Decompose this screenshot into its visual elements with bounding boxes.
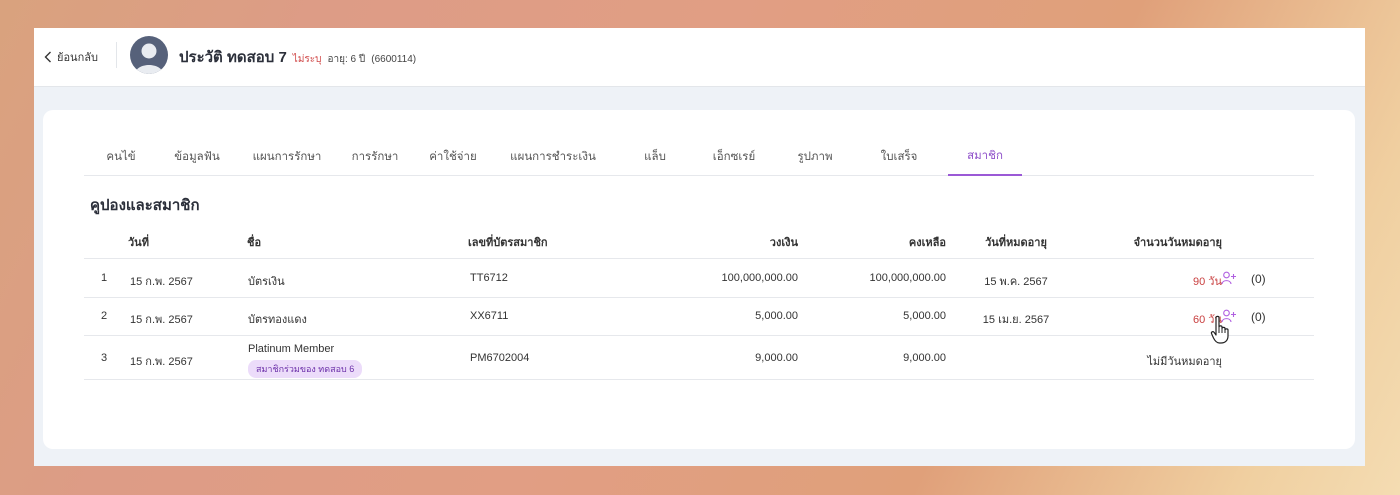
member-count: (0) bbox=[1251, 310, 1266, 324]
back-label: ย้อนกลับ bbox=[57, 52, 98, 64]
tab-expenses[interactable]: ค่าใช้จ่าย bbox=[418, 138, 488, 175]
joint-member-badge: สมาชิกร่วมของ ทดสอบ 6 bbox=[248, 360, 363, 378]
back-button[interactable]: ย้อนกลับ bbox=[44, 47, 98, 67]
tab-payment-plan[interactable]: แผนการชำระเงิน bbox=[496, 138, 610, 175]
tab-receipts[interactable]: ใบเสร็จ bbox=[860, 138, 938, 175]
row-balance: 9,000.00 bbox=[903, 352, 946, 364]
row-name: Platinum Member bbox=[248, 343, 335, 355]
app-window: ย้อนกลับ ประวัติ ทดสอบ 7 ไม่ระบุ อายุ: 6… bbox=[34, 28, 1365, 466]
row-date: 15 ก.พ. 2567 bbox=[130, 276, 193, 288]
patient-name: ประวัติ ทดสอบ 7 bbox=[179, 49, 287, 66]
row-balance: 5,000.00 bbox=[903, 310, 946, 322]
tab-dental-info[interactable]: ข้อมูลฟัน bbox=[160, 138, 234, 175]
tab-treatment-plan[interactable]: แผนการรักษา bbox=[244, 138, 330, 175]
row-expiry-date: 15 พ.ค. 2567 bbox=[984, 276, 1048, 288]
tab-bar: คนไข้ ข้อมูลฟัน แผนการรักษา การรักษา ค่า… bbox=[84, 138, 1314, 176]
divider bbox=[116, 42, 117, 68]
row-number: 3 bbox=[101, 352, 108, 364]
tab-treatment[interactable]: การรักษา bbox=[342, 138, 408, 175]
tab-lab[interactable]: แล็บ bbox=[624, 138, 686, 175]
row-balance: 100,000,000.00 bbox=[869, 272, 946, 284]
top-bar: ย้อนกลับ ประวัติ ทดสอบ 7 ไม่ระบุ อายุ: 6… bbox=[34, 28, 1365, 87]
row-date: 15 ก.พ. 2567 bbox=[130, 356, 193, 368]
row-name: บัตรทองแดง bbox=[248, 314, 307, 326]
tab-members[interactable]: สมาชิก bbox=[948, 138, 1022, 176]
column-header-days-left: จำนวนวันหมดอายุ bbox=[1133, 237, 1222, 249]
column-header-expiry-date: วันที่หมดอายุ bbox=[985, 237, 1047, 249]
table-header: วันที่ ชื่อ เลขที่บัตรสมาชิก วงเงิน คงเห… bbox=[84, 223, 1314, 259]
row-days-left: 60 วัน bbox=[1193, 314, 1222, 326]
row-days-left: 90 วัน bbox=[1193, 276, 1222, 288]
row-expiry-date: 15 เม.ย. 2567 bbox=[982, 314, 1050, 326]
avatar bbox=[130, 36, 168, 74]
row-number: 1 bbox=[101, 272, 108, 284]
column-header-card-number: เลขที่บัตรสมาชิก bbox=[468, 237, 548, 249]
add-member-button[interactable] bbox=[1221, 271, 1237, 285]
column-header-date: วันที่ bbox=[128, 237, 149, 249]
section-title: คูปองและสมาชิก bbox=[90, 197, 200, 214]
row-limit: 9,000.00 bbox=[755, 352, 798, 364]
row-card-number: TT6712 bbox=[470, 272, 508, 284]
row-limit: 5,000.00 bbox=[755, 310, 798, 322]
column-header-limit: วงเงิน bbox=[769, 237, 798, 249]
patient-age: อายุ: 6 ปี bbox=[327, 54, 366, 65]
column-header-balance: คงเหลือ bbox=[908, 237, 946, 249]
table-row: 3 15 ก.พ. 2567 Platinum Member สมาชิกร่ว… bbox=[84, 336, 1314, 380]
hand-pointer-cursor-icon bbox=[1210, 315, 1229, 344]
patient-info: ประวัติ ทดสอบ 7 ไม่ระบุ อายุ: 6 ปี (6600… bbox=[179, 45, 416, 69]
content-card: คนไข้ ข้อมูลฟัน แผนการรักษา การรักษา ค่า… bbox=[43, 110, 1355, 449]
member-count: (0) bbox=[1251, 272, 1266, 286]
chevron-left-icon bbox=[44, 51, 51, 63]
row-name: บัตรเงิน bbox=[248, 276, 285, 288]
table-row: 2 15 ก.พ. 2567 บัตรทองแดง XX6711 5,000.0… bbox=[84, 298, 1314, 336]
row-limit: 100,000,000.00 bbox=[721, 272, 798, 284]
row-date: 15 ก.พ. 2567 bbox=[130, 314, 193, 326]
tab-xray[interactable]: เอ็กซเรย์ bbox=[696, 138, 772, 175]
column-header-name: ชื่อ bbox=[247, 237, 262, 249]
add-user-icon bbox=[1221, 271, 1236, 285]
tab-patient[interactable]: คนไข้ bbox=[92, 138, 150, 175]
patient-gender: ไม่ระบุ bbox=[292, 54, 322, 65]
tab-photos[interactable]: รูปภาพ bbox=[780, 138, 850, 175]
patient-id: (6600114) bbox=[371, 54, 417, 65]
user-avatar-icon bbox=[135, 43, 163, 74]
row-card-number: XX6711 bbox=[470, 310, 509, 322]
row-card-number: PM6702004 bbox=[470, 352, 530, 364]
table-row: 1 15 ก.พ. 2567 บัตรเงิน TT6712 100,000,0… bbox=[84, 260, 1314, 298]
row-days-left: ไม่มีวันหมดอายุ bbox=[1147, 356, 1222, 368]
row-number: 2 bbox=[101, 310, 108, 322]
